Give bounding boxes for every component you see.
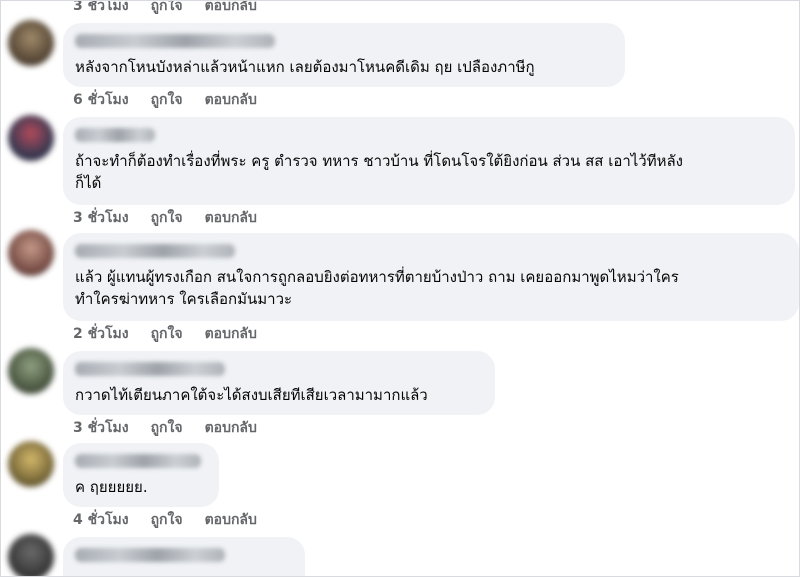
reply-link[interactable]: ตอบกลับ [205, 89, 257, 111]
comment-text: หลังจากโหนบังหล่าแล้วหน้าแหก เลยต้องมาโห… [75, 58, 535, 76]
reply-link[interactable]: ตอบกลับ [205, 417, 257, 439]
commenter-name-blurred[interactable] [75, 244, 235, 258]
commenter-name-blurred[interactable] [75, 362, 225, 376]
avatar[interactable] [8, 348, 54, 394]
comment-bubble: กวาดไท้เตียนภาคใต้จะได้สงบเสียทีเสียเวลา… [63, 351, 495, 415]
comment-bubble: ถ้าจะทำก็ต้องทำเรื่องที่พระ ครู ตำรวจ ทห… [63, 117, 795, 205]
like-link[interactable]: ถูกใจ [151, 323, 183, 345]
comment-text: แล้ว ผู้แทนผู้ทรงเกือก สนใจการถูกลอบยิงต… [75, 268, 679, 308]
comment-text: กวาดไท้เตียนภาคใต้จะได้สงบเสียทีเสียเวลา… [75, 386, 428, 404]
like-link[interactable]: ถูกใจ [151, 1, 183, 17]
comment-bubble: หลังจากโหนบังหล่าแล้วหน้าแหก เลยต้องมาโห… [63, 23, 625, 87]
like-link[interactable]: ถูกใจ [151, 509, 183, 531]
comment-bubble: แล้ว ผู้แทนผู้ทรงเกือก สนใจการถูกลอบยิงต… [63, 233, 799, 321]
commenter-name-blurred[interactable] [75, 128, 155, 142]
reply-link[interactable]: ตอบกลับ [205, 1, 257, 17]
comment-time[interactable]: 3 ชั่วโมง [73, 1, 129, 17]
comment-actions: 4 ชั่วโมง ถูกใจ ตอบกลับ [73, 509, 279, 531]
like-link[interactable]: ถูกใจ [151, 417, 183, 439]
comment-text: ถ้าจะทำก็ต้องทำเรื่องที่พระ ครู ตำรวจ ทห… [75, 152, 684, 192]
comment-bubble [63, 537, 305, 576]
comment-actions: 2 ชั่วโมง ถูกใจ ตอบกลับ [73, 323, 279, 345]
like-link[interactable]: ถูกใจ [151, 89, 183, 111]
comment-bubble: ค ฤยยยยย. [63, 443, 219, 507]
comment-actions: 3 ชั่วโมง ถูกใจ ตอบกลับ [73, 1, 279, 17]
comment-text: ค ฤยยยยย. [75, 478, 148, 496]
avatar[interactable] [8, 534, 54, 576]
avatar[interactable] [8, 230, 54, 276]
comment-time[interactable]: 4 ชั่วโมง [73, 509, 129, 531]
comment-actions: 3 ชั่วโมง ถูกใจ ตอบกลับ [73, 417, 279, 439]
commenter-name-blurred[interactable] [75, 548, 225, 562]
comment-time[interactable]: 6 ชั่วโมง [73, 89, 129, 111]
avatar[interactable] [8, 20, 54, 66]
comment-actions: 3 ชั่วโมง ถูกใจ ตอบกลับ [73, 207, 279, 229]
comment-time[interactable]: 3 ชั่วโมง [73, 417, 129, 439]
reply-link[interactable]: ตอบกลับ [205, 509, 257, 531]
comment-time[interactable]: 3 ชั่วโมง [73, 207, 129, 229]
commenter-name-blurred[interactable] [75, 454, 201, 468]
comments-panel: 3 ชั่วโมง ถูกใจ ตอบกลับ หลังจากโหนบังหล่… [0, 0, 800, 577]
avatar[interactable] [8, 115, 54, 161]
commenter-name-blurred[interactable] [75, 34, 275, 48]
like-link[interactable]: ถูกใจ [151, 207, 183, 229]
avatar[interactable] [8, 441, 54, 487]
reply-link[interactable]: ตอบกลับ [205, 323, 257, 345]
comment-actions: 6 ชั่วโมง ถูกใจ ตอบกลับ [73, 89, 279, 111]
comment-time[interactable]: 2 ชั่วโมง [73, 323, 129, 345]
reply-link[interactable]: ตอบกลับ [205, 207, 257, 229]
